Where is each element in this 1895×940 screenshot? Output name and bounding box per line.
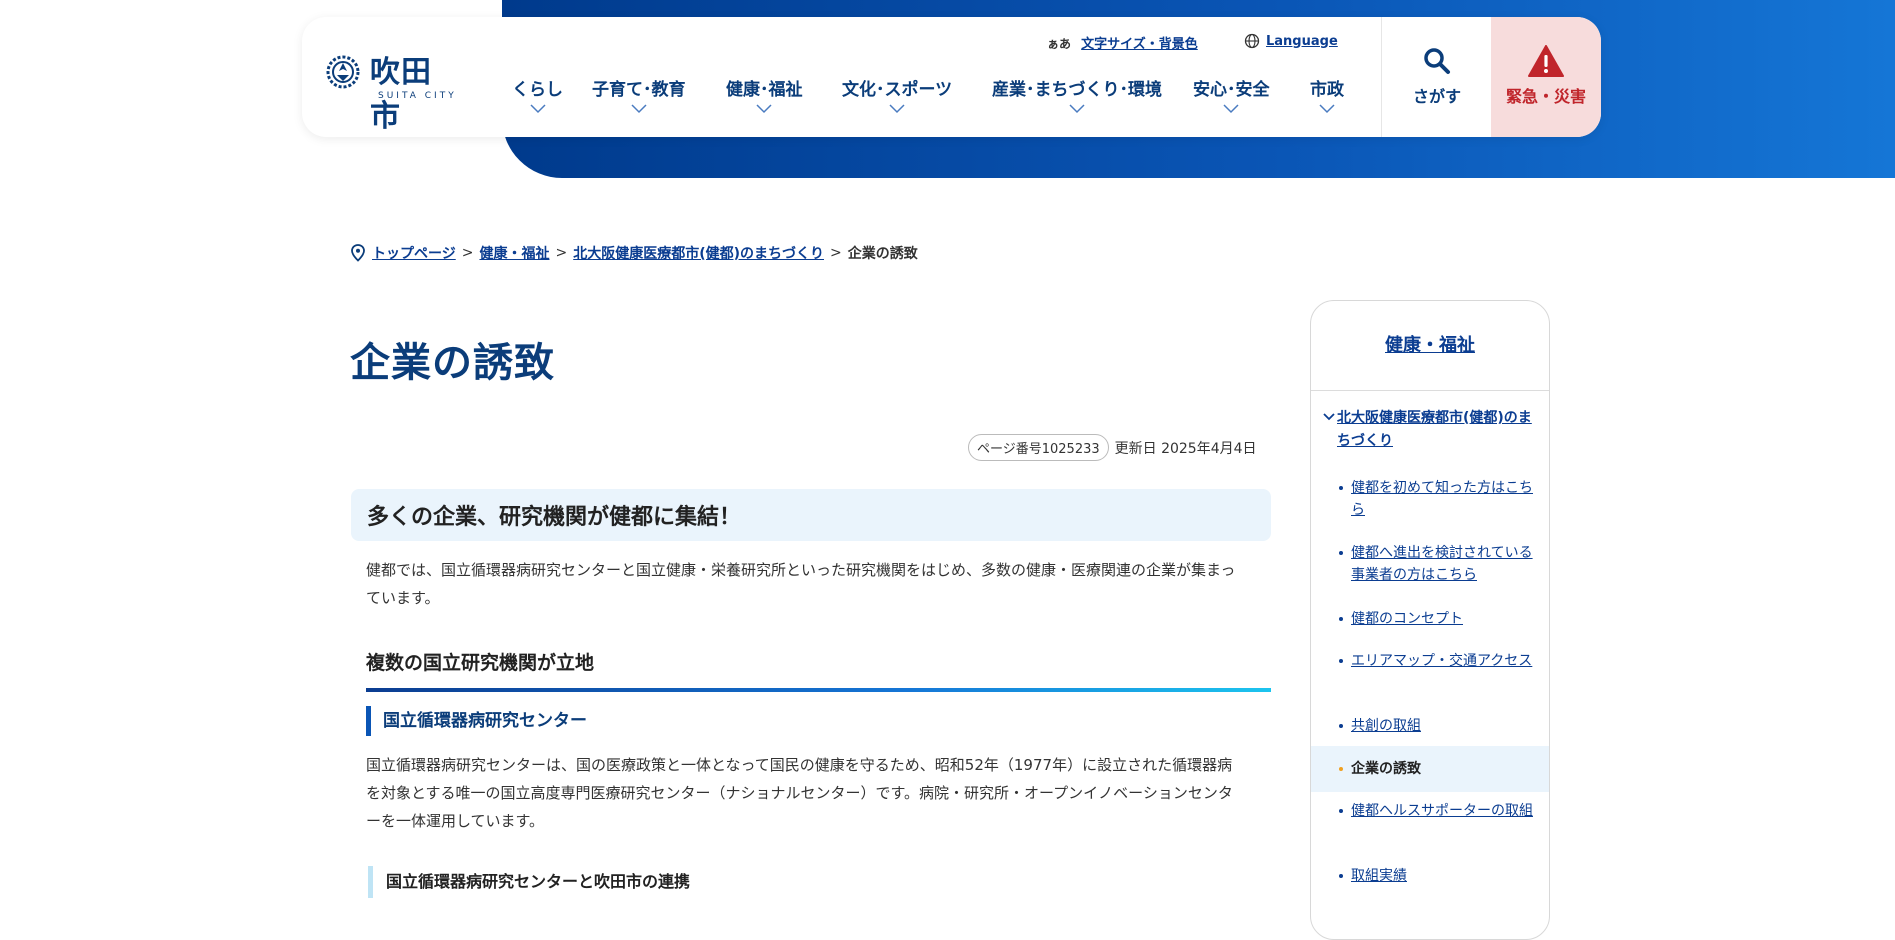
bullet-icon — [1339, 486, 1343, 490]
bullet-icon — [1339, 767, 1343, 771]
side-nav-link[interactable]: エリアマップ・交通アクセス — [1351, 653, 1532, 669]
nav-item-label: 産業･まちづくり･環境 — [992, 80, 1162, 100]
breadcrumb: トップページ > 健康・福祉 > 北大阪健康医療都市(健都)のまちづくり > 企… — [350, 243, 918, 263]
search-icon — [1424, 48, 1450, 74]
side-nav-link[interactable]: 健都を初めて知った方はこちら — [1351, 480, 1533, 518]
nav-item-kurashi[interactable]: くらし — [512, 75, 563, 114]
page-number-badge: ページ番号1025233 — [968, 434, 1109, 461]
warning-icon — [1528, 45, 1564, 77]
nav-item-label: 健康･福祉 — [726, 80, 803, 100]
side-nav-current-label: 企業の誘致 — [1351, 761, 1421, 777]
chevron-down-icon — [1319, 104, 1335, 114]
subsection-heading: 複数の国立研究機関が立地 — [366, 652, 595, 674]
city-emblem-icon — [326, 55, 360, 89]
nav-item-anshin[interactable]: 安心･安全 — [1193, 75, 1270, 114]
page-title: 企業の誘致 — [350, 340, 555, 386]
nav-item-sangyo[interactable]: 産業･まちづくり･環境 — [992, 75, 1162, 114]
chevron-down-icon — [631, 104, 647, 114]
bullet-icon — [1339, 809, 1343, 813]
chevron-down-icon — [529, 104, 546, 114]
bullet-icon — [1339, 724, 1343, 728]
section-heading: 多くの企業、研究機関が健都に集結！ — [351, 489, 1271, 541]
side-nav-link[interactable]: 共創の取組 — [1351, 718, 1421, 734]
emergency-button[interactable]: 緊急・災害 — [1491, 17, 1601, 137]
language-link-group: Language — [1244, 33, 1338, 49]
header-bar: 吹田市 SUITA CITY ぁあ 文字サイズ・背景色 Language くらし… — [302, 17, 1601, 137]
breadcrumb-separator: > — [461, 245, 474, 261]
chevron-down-icon — [1069, 104, 1085, 114]
side-nav-item: 健都のコンセプト — [1311, 608, 1549, 630]
chevron-down-icon — [756, 104, 772, 114]
breadcrumb-link-kenko[interactable]: 健康・福祉 — [479, 243, 549, 263]
nav-item-shisei[interactable]: 市政 — [1310, 75, 1344, 114]
heading-underline — [366, 688, 1271, 692]
nav-item-label: 安心･安全 — [1193, 80, 1270, 100]
text-size-link[interactable]: 文字サイズ・背景色 — [1081, 37, 1198, 52]
text-size-icon: ぁあ — [1047, 37, 1072, 51]
page-meta: ページ番号1025233 更新日 2025年4月4日 — [968, 434, 1257, 461]
side-nav-link[interactable]: 健都のコンセプト — [1351, 611, 1463, 627]
breadcrumb-separator: > — [555, 245, 568, 261]
search-button[interactable]: さがす — [1381, 17, 1492, 137]
chevron-down-icon — [1323, 413, 1335, 421]
collaboration-heading: 国立循環器病研究センターと吹田市の連携 — [368, 866, 690, 898]
breadcrumb-link-kento[interactable]: 北大阪健康医療都市(健都)のまちづくり — [573, 243, 824, 263]
nav-item-label: 子育て･教育 — [592, 80, 686, 100]
chevron-down-icon — [1223, 104, 1239, 114]
side-nav-parent-link[interactable]: 北大阪健康医療都市(健都)のまちづくり — [1323, 407, 1541, 453]
breadcrumb-separator: > — [830, 245, 842, 261]
bullet-icon — [1339, 551, 1343, 555]
chevron-down-icon — [889, 104, 905, 114]
text-size-link-group: ぁあ 文字サイズ・背景色 — [1047, 33, 1198, 52]
nav-item-kenko[interactable]: 健康･福祉 — [726, 75, 803, 114]
updated-date: 更新日 2025年4月4日 — [1114, 440, 1257, 457]
search-button-label: さがす — [1412, 87, 1461, 106]
location-pin-icon — [351, 244, 365, 262]
side-nav-parent: 北大阪健康医療都市(健都)のまちづくり — [1323, 407, 1541, 453]
side-nav-link[interactable]: 健都ヘルスサポーターの取組 — [1351, 803, 1533, 819]
institution-heading: 国立循環器病研究センター — [366, 706, 587, 736]
institution-paragraph: 国立循環器病研究センターは、国の医療政策と一体となって国民の健康を守るため、昭和… — [366, 756, 1233, 830]
side-nav-link[interactable]: 取組実績 — [1351, 868, 1407, 884]
side-nav-item: 健都へ進出を検討されている事業者の方はこちら — [1311, 542, 1549, 586]
side-nav-item: 取組実績 — [1311, 865, 1549, 887]
breadcrumb-current: 企業の誘致 — [847, 246, 918, 262]
side-nav-divider — [1311, 390, 1549, 391]
logo-subtitle: SUITA CITY — [378, 91, 457, 101]
side-nav-item: 共創の取組 — [1311, 715, 1549, 737]
bullet-icon — [1339, 874, 1343, 878]
side-nav-title-link[interactable]: 健康・福祉 — [1385, 335, 1475, 356]
bullet-icon — [1339, 659, 1343, 663]
site-logo[interactable]: 吹田市 SUITA CITY — [322, 43, 462, 134]
side-nav-title: 健康・福祉 — [1311, 331, 1549, 357]
emergency-button-label: 緊急・災害 — [1505, 87, 1586, 106]
side-nav-item: 健都を初めて知った方はこちら — [1311, 477, 1549, 521]
side-nav: 健康・福祉 北大阪健康医療都市(健都)のまちづくり 健都を初めて知った方はこちら… — [1310, 300, 1550, 940]
side-nav-link[interactable]: 健都へ進出を検討されている事業者の方はこちら — [1351, 545, 1533, 583]
nav-item-label: 市政 — [1310, 80, 1344, 100]
bullet-icon — [1339, 617, 1343, 621]
side-nav-item: エリアマップ・交通アクセス — [1311, 650, 1549, 672]
intro-paragraph: 健都では、国立循環器病研究センターと国立健康・栄養研究所といった研究機関をはじめ… — [366, 561, 1236, 607]
side-nav-item-current: 企業の誘致 — [1311, 746, 1549, 792]
side-nav-item: 健都ヘルスサポーターの取組 — [1311, 800, 1549, 822]
nav-item-label: 文化･スポーツ — [842, 80, 953, 100]
nav-item-kosodate[interactable]: 子育て･教育 — [592, 75, 686, 114]
globe-icon — [1244, 33, 1260, 49]
breadcrumb-link-top[interactable]: トップページ — [372, 243, 456, 263]
language-link[interactable]: Language — [1266, 34, 1338, 49]
nav-item-label: くらし — [512, 80, 563, 100]
nav-item-bunka[interactable]: 文化･スポーツ — [842, 75, 952, 114]
